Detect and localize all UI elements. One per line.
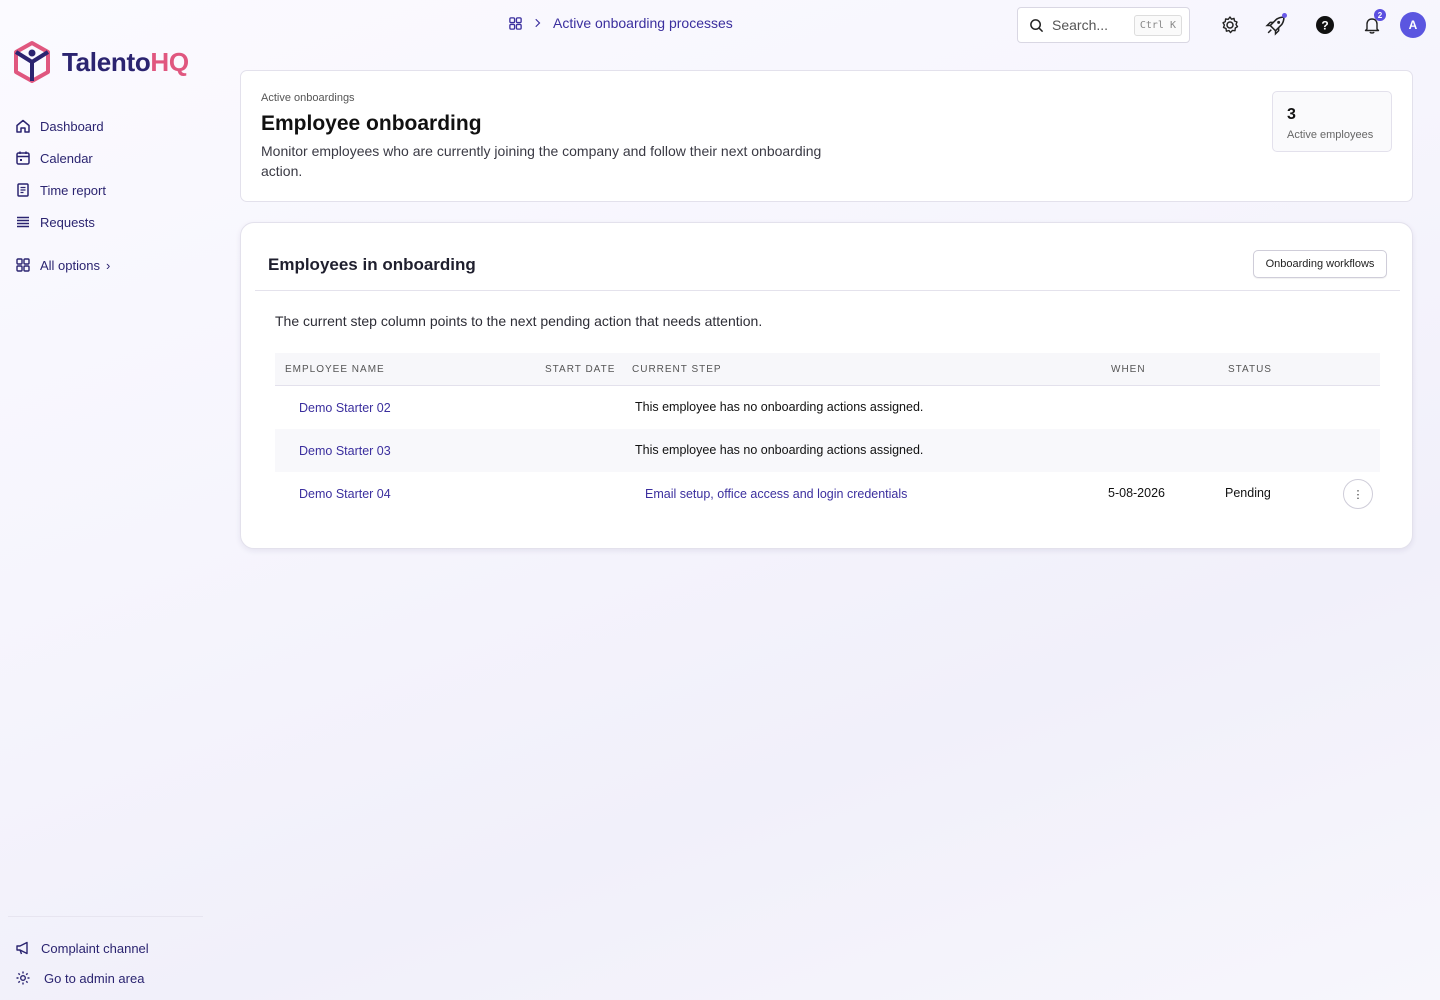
- list-icon: [17, 216, 29, 228]
- current-step-cell: This employee has no onboarding actions …: [635, 400, 924, 414]
- page-description: Monitor employees who are currently join…: [261, 143, 822, 179]
- chevron-right-icon: ›: [105, 257, 111, 273]
- page-header-card: Active onboardings Employee onboarding M…: [240, 70, 1413, 202]
- page-title: Employee onboarding: [261, 112, 482, 135]
- help-button[interactable]: ?: [1313, 13, 1337, 37]
- sidebar-item-requests[interactable]: Requests: [15, 206, 110, 238]
- complaint-channel-link[interactable]: Complaint channel: [8, 933, 203, 963]
- sidebar-nav: Dashboard Calendar Time report Requests …: [15, 110, 110, 281]
- sidebar-footer: Complaint channel Go to admin area: [8, 916, 203, 993]
- calendar-icon: [16, 151, 30, 165]
- sidebar-item-label: Requests: [40, 214, 95, 230]
- home-icon: [16, 119, 30, 133]
- employee-name-link[interactable]: Demo Starter 04: [299, 487, 391, 501]
- table-hint: The current step column points to the ne…: [275, 313, 763, 329]
- when-cell: 5-08-2026: [1108, 486, 1165, 500]
- sidebar-item-dashboard[interactable]: Dashboard: [15, 110, 110, 142]
- breadcrumb: Active onboarding processes: [508, 15, 733, 31]
- column-header-name[interactable]: Employee name: [285, 364, 385, 375]
- megaphone-icon: [16, 941, 28, 955]
- help-icon: ?: [1316, 16, 1334, 34]
- stat-value: 3: [1287, 106, 1296, 123]
- gear-icon: [16, 971, 30, 985]
- whats-new-button[interactable]: [1263, 13, 1287, 37]
- active-employees-stat: 3 Active employees: [1272, 91, 1392, 152]
- page-eyebrow: Active onboardings: [261, 92, 355, 104]
- complaint-channel-label: Complaint channel: [41, 940, 149, 956]
- breadcrumb-current: Active onboarding processes: [553, 15, 733, 31]
- chevron-right-icon: [535, 18, 541, 28]
- grid-icon: [16, 258, 30, 272]
- onboarding-table-card: Employees in onboarding Onboarding workf…: [240, 222, 1413, 549]
- employees-table: Employee name Start date Current step Wh…: [275, 353, 1380, 515]
- gear-icon: [1222, 16, 1239, 34]
- search-placeholder: Search...: [1052, 17, 1109, 33]
- sidebar-item-calendar[interactable]: Calendar: [15, 142, 110, 174]
- employee-name-link[interactable]: Demo Starter 03: [299, 444, 391, 458]
- sidebar-item-time-report[interactable]: Time report: [15, 174, 110, 206]
- admin-area-label: Go to admin area: [44, 970, 145, 986]
- grid-icon[interactable]: [508, 16, 523, 31]
- section-title: Employees in onboarding: [268, 255, 476, 274]
- column-header-status[interactable]: Status: [1228, 364, 1272, 375]
- search-shortcut: Ctrl K: [1133, 14, 1182, 36]
- current-step-cell: This employee has no onboarding actions …: [635, 443, 924, 457]
- brand-name: TalentoHQ: [62, 46, 189, 77]
- document-icon: [17, 183, 29, 197]
- search-icon: [1030, 18, 1044, 32]
- table-row: Demo Starter 02 This employee has no onb…: [275, 386, 1380, 429]
- column-header-current-step[interactable]: Current step: [632, 364, 722, 375]
- search-input[interactable]: Search... Ctrl K: [1017, 7, 1190, 43]
- new-indicator-dot: [1282, 13, 1287, 18]
- sidebar: TalentoHQ Dashboard Calendar Time report…: [0, 0, 215, 1000]
- settings-button[interactable]: [1218, 13, 1242, 37]
- svg-text:?: ?: [1321, 19, 1328, 33]
- sidebar-item-label: Dashboard: [40, 118, 104, 134]
- notification-count-badge: 2: [1374, 9, 1386, 21]
- table-row: Demo Starter 04 Email setup, office acce…: [275, 472, 1380, 515]
- logo-cube-icon: [14, 41, 50, 83]
- row-actions-button[interactable]: ⋮: [1343, 479, 1373, 509]
- brand-logo[interactable]: TalentoHQ: [12, 40, 189, 84]
- admin-area-link[interactable]: Go to admin area: [8, 963, 203, 993]
- divider: [255, 290, 1400, 291]
- employee-name-link[interactable]: Demo Starter 02: [299, 401, 391, 415]
- notifications-button[interactable]: 2: [1360, 9, 1386, 37]
- status-cell: Pending: [1225, 486, 1271, 500]
- sidebar-item-all-options[interactable]: All options ›: [15, 249, 110, 281]
- sidebar-item-label: Calendar: [40, 150, 93, 166]
- sidebar-item-label: All options: [40, 257, 100, 273]
- column-header-start-date[interactable]: Start date: [545, 364, 615, 375]
- avatar[interactable]: A: [1400, 12, 1426, 38]
- table-row: Demo Starter 03 This employee has no onb…: [275, 429, 1380, 472]
- current-step-link[interactable]: Email setup, office access and login cre…: [645, 487, 907, 501]
- more-vertical-icon: ⋮: [1352, 488, 1364, 501]
- stat-label: Active employees: [1287, 129, 1374, 141]
- table-header: Employee name Start date Current step Wh…: [275, 353, 1380, 386]
- column-header-when[interactable]: When: [1111, 364, 1146, 375]
- sidebar-item-label: Time report: [40, 182, 106, 198]
- onboarding-workflows-button[interactable]: Onboarding workflows: [1253, 250, 1387, 278]
